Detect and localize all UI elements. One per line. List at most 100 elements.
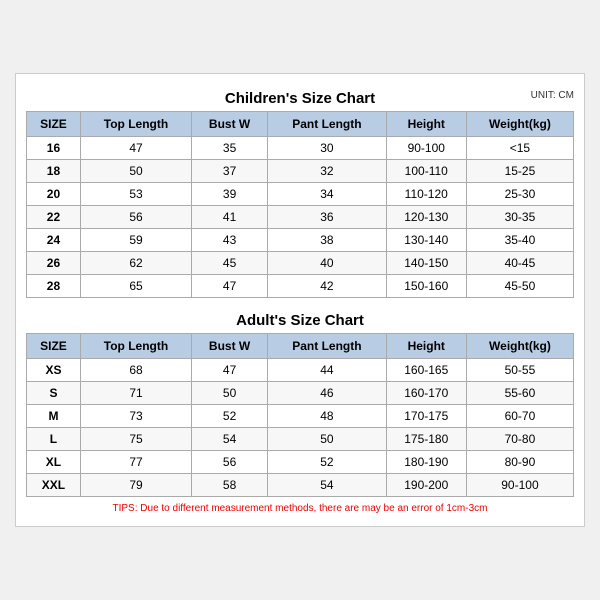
table-cell: 50-55: [466, 359, 573, 382]
table-cell: 50: [80, 160, 191, 183]
adults-title: Adult's Size Chart: [26, 306, 574, 333]
table-cell: 56: [192, 451, 268, 474]
table-cell: 170-175: [386, 405, 466, 428]
table-cell: 73: [80, 405, 191, 428]
table-cell: 55-60: [466, 382, 573, 405]
table-cell: 34: [268, 183, 386, 206]
adults-col-toplength: Top Length: [80, 334, 191, 359]
table-cell: 130-140: [386, 229, 466, 252]
table-cell: 16: [27, 137, 81, 160]
table-cell: 32: [268, 160, 386, 183]
table-cell: 44: [268, 359, 386, 382]
table-row: 28654742150-16045-50: [27, 275, 574, 298]
table-cell: 68: [80, 359, 191, 382]
table-cell: 40-45: [466, 252, 573, 275]
table-cell: 120-130: [386, 206, 466, 229]
table-row: 18503732100-11015-25: [27, 160, 574, 183]
children-col-toplength: Top Length: [80, 112, 191, 137]
table-cell: 37: [192, 160, 268, 183]
table-cell: 38: [268, 229, 386, 252]
adults-col-pantlength: Pant Length: [268, 334, 386, 359]
table-cell: L: [27, 428, 81, 451]
table-cell: 52: [192, 405, 268, 428]
adults-header-row: SIZE Top Length Bust W Pant Length Heigh…: [27, 334, 574, 359]
children-table: SIZE Top Length Bust W Pant Length Heigh…: [26, 111, 574, 298]
table-cell: 30: [268, 137, 386, 160]
table-cell: 56: [80, 206, 191, 229]
table-cell: 52: [268, 451, 386, 474]
table-cell: XL: [27, 451, 81, 474]
table-cell: 15-25: [466, 160, 573, 183]
children-col-pantlength: Pant Length: [268, 112, 386, 137]
table-cell: 24: [27, 229, 81, 252]
adults-title-text: Adult's Size Chart: [236, 312, 364, 329]
table-cell: 160-165: [386, 359, 466, 382]
table-cell: 160-170: [386, 382, 466, 405]
table-cell: 150-160: [386, 275, 466, 298]
table-cell: 71: [80, 382, 191, 405]
table-row: XXL795854190-20090-100: [27, 474, 574, 497]
children-title-text: Children's Size Chart: [225, 90, 375, 107]
table-cell: <15: [466, 137, 573, 160]
table-cell: 50: [268, 428, 386, 451]
adults-col-bustw: Bust W: [192, 334, 268, 359]
table-cell: 47: [192, 275, 268, 298]
adults-col-weight: Weight(kg): [466, 334, 573, 359]
adults-col-size: SIZE: [27, 334, 81, 359]
table-row: L755450175-18070-80: [27, 428, 574, 451]
table-row: 1647353090-100<15: [27, 137, 574, 160]
children-col-size: SIZE: [27, 112, 81, 137]
table-cell: 26: [27, 252, 81, 275]
table-row: 26624540140-15040-45: [27, 252, 574, 275]
children-title: Children's Size Chart UNIT: CM: [26, 84, 574, 111]
table-cell: 47: [192, 359, 268, 382]
table-cell: 45-50: [466, 275, 573, 298]
table-cell: 65: [80, 275, 191, 298]
table-cell: 39: [192, 183, 268, 206]
table-cell: 90-100: [466, 474, 573, 497]
tips-text: TIPS: Due to different measurement metho…: [26, 497, 574, 516]
table-cell: 75: [80, 428, 191, 451]
table-cell: 80-90: [466, 451, 573, 474]
children-header-row: SIZE Top Length Bust W Pant Length Heigh…: [27, 112, 574, 137]
table-cell: 45: [192, 252, 268, 275]
table-cell: M: [27, 405, 81, 428]
table-row: 24594338130-14035-40: [27, 229, 574, 252]
children-col-height: Height: [386, 112, 466, 137]
table-cell: XS: [27, 359, 81, 382]
table-cell: 43: [192, 229, 268, 252]
table-cell: 175-180: [386, 428, 466, 451]
table-cell: 79: [80, 474, 191, 497]
table-cell: 90-100: [386, 137, 466, 160]
table-cell: 42: [268, 275, 386, 298]
table-cell: 110-120: [386, 183, 466, 206]
table-cell: 60-70: [466, 405, 573, 428]
table-cell: 36: [268, 206, 386, 229]
table-cell: 58: [192, 474, 268, 497]
table-row: 20533934110-12025-30: [27, 183, 574, 206]
table-cell: 25-30: [466, 183, 573, 206]
table-row: XS684744160-16550-55: [27, 359, 574, 382]
table-row: M735248170-17560-70: [27, 405, 574, 428]
table-cell: 59: [80, 229, 191, 252]
table-cell: 35: [192, 137, 268, 160]
table-cell: 54: [192, 428, 268, 451]
table-cell: 70-80: [466, 428, 573, 451]
table-cell: XXL: [27, 474, 81, 497]
table-cell: 22: [27, 206, 81, 229]
children-col-bustw: Bust W: [192, 112, 268, 137]
table-cell: 54: [268, 474, 386, 497]
chart-container: Children's Size Chart UNIT: CM SIZE Top …: [15, 73, 585, 527]
table-row: 22564136120-13030-35: [27, 206, 574, 229]
table-row: S715046160-17055-60: [27, 382, 574, 405]
table-cell: 30-35: [466, 206, 573, 229]
unit-label: UNIT: CM: [531, 90, 574, 101]
table-cell: 140-150: [386, 252, 466, 275]
table-cell: 100-110: [386, 160, 466, 183]
table-cell: 77: [80, 451, 191, 474]
adults-table: SIZE Top Length Bust W Pant Length Heigh…: [26, 333, 574, 497]
table-cell: 35-40: [466, 229, 573, 252]
children-col-weight: Weight(kg): [466, 112, 573, 137]
table-cell: 47: [80, 137, 191, 160]
table-cell: 62: [80, 252, 191, 275]
